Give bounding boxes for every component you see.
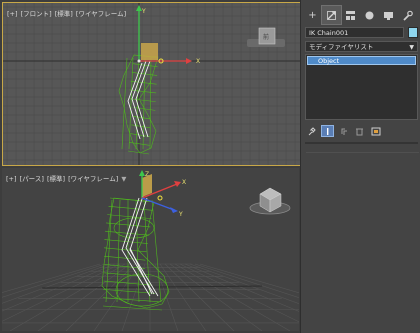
utilities-tab-wrench-icon[interactable] xyxy=(398,6,417,24)
grid-line xyxy=(65,263,136,331)
x-axis-label: X xyxy=(182,179,186,186)
modify-tab-modify-icon[interactable] xyxy=(321,5,342,25)
create-tab-plus-icon[interactable]: + xyxy=(303,6,322,24)
object-color-swatch[interactable] xyxy=(408,27,418,38)
y-axis-line xyxy=(141,197,175,211)
pin-stack-icon[interactable] xyxy=(305,125,318,137)
object-name-field[interactable]: IK Chain001 xyxy=(305,27,404,38)
viewport-shading-label[interactable]: [標準] xyxy=(47,175,65,183)
leg-ring xyxy=(104,239,148,244)
leg-span xyxy=(105,199,113,303)
stack-item-object[interactable]: Object xyxy=(307,56,416,65)
grid-line xyxy=(194,263,299,298)
command-panel: + IK Chain001 モディファイヤリスト ▼ Object xyxy=(300,0,420,333)
grid-line xyxy=(2,263,116,312)
pivot-marker xyxy=(157,195,163,201)
viewport-mode-label[interactable]: [ワイヤフレーム] xyxy=(76,10,126,18)
rollout-divider xyxy=(305,142,418,144)
perspective-floor-grid xyxy=(2,263,299,331)
leg-ring xyxy=(104,255,146,261)
modifier-list-label: モディファイヤリスト xyxy=(309,43,374,51)
perspective-grid: X Y Z xyxy=(2,170,299,331)
x-axis-label: X xyxy=(196,58,200,65)
y-axis-arrow xyxy=(170,207,178,213)
x-axis-arrow xyxy=(174,181,181,187)
viewport-menu-plus[interactable]: [+] xyxy=(6,175,17,183)
viewport-menu-plus[interactable]: [+] xyxy=(7,10,18,18)
grid-line xyxy=(164,263,235,331)
rollout-divider-2 xyxy=(306,152,419,153)
y-axis-label: Y xyxy=(141,8,146,15)
grid-line xyxy=(169,263,263,331)
grid-line xyxy=(2,263,121,322)
z-axis-label: Z xyxy=(145,171,149,178)
stack-toolbar xyxy=(305,124,418,138)
show-end-result-icon[interactable] xyxy=(321,125,334,137)
perspective-viewport[interactable]: X Y Z [+] [パース] [標準] [ワイヤフレーム] ▼ xyxy=(2,168,299,331)
configure-modifier-sets-icon[interactable] xyxy=(369,125,382,137)
leg-ring xyxy=(133,107,156,111)
filter-icon[interactable]: ▼ xyxy=(121,175,126,183)
grid-line xyxy=(189,263,299,305)
hierarchy-tab-hierarchy-icon[interactable] xyxy=(341,6,360,24)
grid-line xyxy=(174,263,291,331)
x-axis-arrow xyxy=(186,58,192,64)
viewport-view-label[interactable]: [パース] xyxy=(20,175,44,183)
gizmo-center xyxy=(137,59,141,63)
motion-tab-motion-icon[interactable] xyxy=(360,6,379,24)
leg-ring xyxy=(108,206,153,211)
viewport-mode-label[interactable]: [ワイヤフレーム] xyxy=(68,175,118,183)
grid-line xyxy=(2,263,111,304)
make-unique-icon[interactable] xyxy=(337,125,350,137)
modifier-list-dropdown[interactable]: モディファイヤリスト ▼ xyxy=(305,41,418,52)
viewcube-front-label: 前 xyxy=(263,33,269,41)
viewport-shading-label[interactable]: [標準] xyxy=(55,10,73,18)
leg-ring xyxy=(129,89,157,94)
leg-ring xyxy=(104,247,147,253)
front-viewport-label[interactable]: [+] [フロント] [標準] [ワイヤフレーム] xyxy=(7,8,127,18)
ik-leg-wireframe xyxy=(101,197,170,311)
leg-span xyxy=(128,57,134,150)
front-grid: X Y 前 xyxy=(3,3,300,165)
chevron-down-icon: ▼ xyxy=(409,44,414,51)
display-tab-display-icon[interactable] xyxy=(379,6,398,24)
viewport-view-label[interactable]: [フロント] xyxy=(21,10,52,18)
modifier-stack[interactable]: Object xyxy=(305,54,418,120)
perspective-viewport-label[interactable]: [+] [パース] [標準] [ワイヤフレーム] ▼ xyxy=(6,173,127,183)
move-gizmo-plane xyxy=(141,43,158,60)
remove-modifier-icon[interactable] xyxy=(353,125,366,137)
front-viewport[interactable]: X Y 前 [+] [フロント] [標準] [ワイヤフレーム] xyxy=(2,2,301,166)
y-axis-label: Y xyxy=(178,211,183,218)
command-panel-tabs: + xyxy=(303,5,419,25)
